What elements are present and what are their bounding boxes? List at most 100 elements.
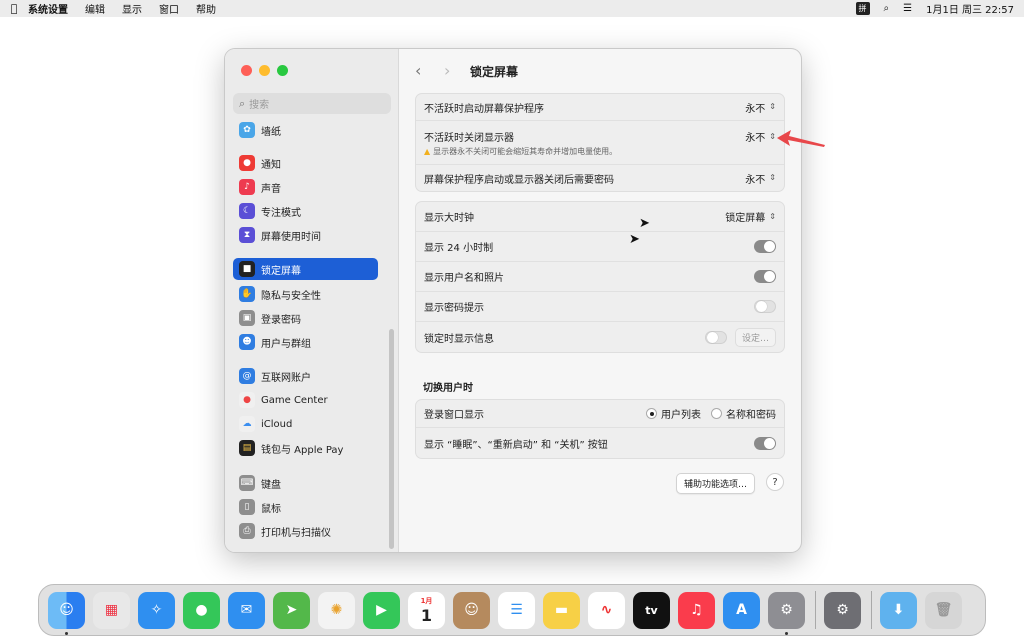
sidebar-item-keyboard[interactable]: ⌨ 键盘 (233, 472, 378, 494)
sidebar-item-label: 打印机与扫描仪 (261, 527, 331, 539)
mouse-pointer-icon: ➤ (639, 216, 650, 231)
sidebar-item-login-password[interactable]: ▣ 登录密码 (233, 307, 378, 329)
radio-name-password[interactable]: 名称和密码 (711, 406, 776, 421)
calendar-icon[interactable]: 1月 1 (408, 591, 445, 629)
sidebar-item-mouse[interactable]: ▯ 鼠标 (233, 496, 378, 518)
search-input[interactable]: ⌕ 搜索 (233, 93, 391, 114)
downloads-folder-icon[interactable]: ⬇ (880, 591, 917, 629)
sidebar-item-users-groups[interactable]: ☻ 用户与群组 (233, 331, 378, 353)
menu-view[interactable]: 显示 (122, 1, 142, 16)
page-title: 锁定屏幕 (470, 65, 519, 79)
maps-icon[interactable]: ➤ (273, 591, 310, 629)
safari-icon[interactable]: ✧ (138, 591, 175, 629)
clock24-toggle[interactable] (754, 240, 776, 253)
system-settings-window: ⌕ 搜索 ✿ 墙纸 ● 通知 ♪ 声音 ☾ 专注模式 ⧗ 屏幕使用时间 ■ 锁定… (225, 49, 801, 552)
sidebar-item-lock-screen[interactable]: ■ 锁定屏幕 (233, 258, 378, 280)
require-password-popup[interactable]: 永不 ⇕ (745, 171, 776, 186)
radio-user-list-label: 用户列表 (661, 410, 701, 421)
app-store-icon[interactable]: A (723, 591, 760, 629)
window-controls (241, 65, 288, 76)
menu-edit[interactable]: 编辑 (85, 1, 105, 16)
menu-help[interactable]: 帮助 (196, 1, 216, 16)
screensaver-label: 不活跃时启动屏幕保护程序 (424, 103, 544, 115)
sidebar-item-label: 用户与群组 (261, 338, 311, 350)
sidebar-item-icloud[interactable]: ☁ iCloud (233, 413, 378, 435)
apple-menu-icon[interactable]:  (0, 2, 28, 15)
sidebar-item-label: 隐私与安全性 (261, 290, 321, 302)
warning-icon: ▲ (424, 147, 431, 156)
username-photo-toggle[interactable] (754, 270, 776, 283)
sidebar-item-label: 钱包与 Apple Pay (261, 444, 344, 456)
close-window-button[interactable] (241, 65, 252, 76)
calendar-month: 1月 (420, 596, 433, 605)
sidebar-item-sound[interactable]: ♪ 声音 (233, 176, 378, 198)
finder-icon[interactable]: ☺ (48, 591, 85, 635)
require-password-label: 屏幕保护程序启动或显示器关闭后需要密码 (424, 174, 614, 186)
keyboard-icon: ⌨ (239, 475, 255, 491)
system-settings-recent-icon[interactable]: ⚙ (824, 591, 861, 629)
power-buttons-label: 显示 “睡眠”、“重新启动” 和 “关机” 按钮 (424, 439, 608, 451)
display-off-text: 不活跃时关闭显示器 ▲ 显示器永不关闭可能会缩短其寿命并增加电量使用。 (424, 129, 745, 157)
sidebar-item-privacy[interactable]: ✋ 隐私与安全性 (233, 283, 378, 305)
spotlight-search-icon[interactable]: ⌕ (884, 3, 890, 14)
tv-icon[interactable]: tv (633, 591, 670, 629)
sidebar-item-notifications[interactable]: ● 通知 (233, 152, 378, 174)
lock-message-settings-button[interactable]: 设定… (734, 327, 776, 347)
help-button[interactable]: ? (766, 473, 784, 491)
menu-clock[interactable]: 1月1日 周三 22:57 (926, 1, 1014, 16)
sidebar-scrollbar[interactable] (389, 329, 394, 549)
input-method-indicator[interactable]: 拼 (855, 2, 870, 15)
sidebar-item-wallet[interactable]: ▤ 钱包与 Apple Pay (233, 437, 378, 459)
back-chevron-icon[interactable]: ‹ (415, 61, 421, 80)
menu-system-settings[interactable]: 系统设置 (28, 1, 68, 16)
contacts-icon[interactable]: ☺ (453, 591, 490, 629)
popup-arrows-icon: ⇕ (769, 173, 776, 182)
messages-icon[interactable]: ● (183, 591, 220, 629)
lock-icon: ■ (239, 261, 255, 277)
sidebar-item-internet-accounts[interactable]: @ 互联网账户 (233, 365, 378, 387)
require-password-value: 永不 (745, 174, 766, 186)
sidebar-item-printers[interactable]: ⎙ 打印机与扫描仪 (233, 520, 378, 542)
sidebar-item-focus[interactable]: ☾ 专注模式 (233, 200, 378, 222)
freeform-icon[interactable]: ∿ (588, 591, 625, 629)
forward-chevron-icon[interactable]: › (444, 61, 450, 80)
require-password-row: 屏幕保护程序启动或显示器关闭后需要密码 永不 ⇕ (416, 165, 784, 191)
power-buttons-toggle[interactable] (754, 436, 776, 450)
running-indicator (65, 631, 68, 635)
photos-icon[interactable]: ✺ (318, 591, 355, 629)
radio-user-list[interactable]: 用户列表 (646, 406, 701, 421)
mail-icon[interactable]: ✉ (228, 591, 265, 629)
launchpad-icon[interactable]: ▦ (93, 591, 130, 629)
notes-icon[interactable]: ▬ (543, 591, 580, 629)
sidebar-item-wallpaper[interactable]: ✿ 墙纸 (233, 119, 378, 141)
control-center-icon[interactable]: ☰ (903, 3, 912, 14)
sound-icon: ♪ (239, 179, 255, 195)
display-off-value: 永不 (745, 133, 766, 144)
notifications-icon: ● (239, 155, 255, 171)
trash-icon[interactable]: 🗑 (925, 591, 962, 629)
sidebar-item-label: 键盘 (261, 479, 281, 491)
clock24-label: 显示 24 小时制 (424, 243, 494, 254)
sidebar-item-game-center[interactable]: ● Game Center (233, 389, 378, 411)
display-off-popup[interactable]: 永不 ⇕ (745, 129, 776, 144)
accessibility-options-button[interactable]: 辅助功能选项… (676, 473, 756, 494)
large-clock-label: 显示大时钟 (424, 213, 474, 224)
dock-separator (871, 591, 872, 629)
username-photo-label: 显示用户名和照片 (424, 273, 504, 284)
menu-window[interactable]: 窗口 (159, 1, 179, 16)
large-clock-popup[interactable]: 锁定屏幕 ⇕ (725, 209, 776, 224)
password-hint-toggle[interactable] (754, 300, 776, 313)
printer-icon: ⎙ (239, 523, 255, 539)
minimize-window-button[interactable] (259, 65, 270, 76)
display-off-note: 显示器永不关闭可能会缩短其寿命并增加电量使用。 (433, 147, 618, 156)
facetime-icon[interactable]: ▶ (363, 591, 400, 629)
popup-arrows-icon: ⇕ (769, 131, 776, 141)
reminders-icon[interactable]: ☰ (498, 591, 535, 629)
zoom-window-button[interactable] (277, 65, 288, 76)
screensaver-popup[interactable]: 永不 ⇕ (745, 100, 776, 115)
lock-message-toggle[interactable] (704, 330, 727, 344)
system-settings-icon[interactable]: ⚙ (768, 591, 805, 635)
privacy-hand-icon: ✋ (239, 286, 255, 302)
music-icon[interactable]: ♫ (678, 591, 715, 629)
sidebar-item-screen-time[interactable]: ⧗ 屏幕使用时间 (233, 224, 378, 246)
